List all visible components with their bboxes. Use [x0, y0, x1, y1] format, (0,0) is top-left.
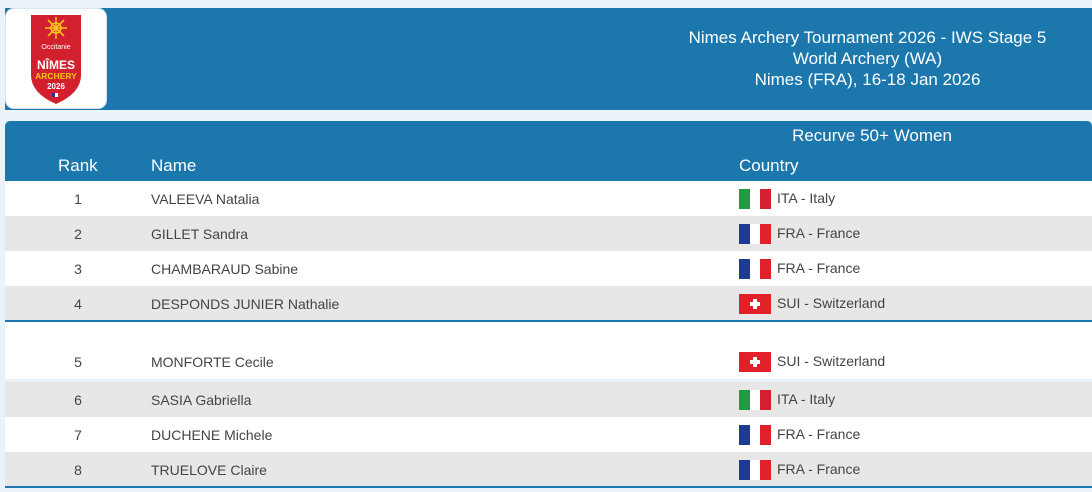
event-info: Nimes Archery Tournament 2026 - IWS Stag… — [640, 27, 1092, 90]
country-name: FRA - France — [777, 426, 861, 442]
event-place-date: Nimes (FRA), 16-18 Jan 2026 — [754, 70, 981, 89]
table-row[interactable]: 6 SASIA Gabriella ITA - Italy — [5, 382, 1092, 417]
flag-switzerland-icon — [739, 352, 771, 372]
flag-france-icon — [739, 259, 771, 279]
event-title: Nimes Archery Tournament 2026 - IWS Stag… — [688, 28, 1047, 47]
column-header-country: Country — [739, 156, 799, 175]
rank-cell: 4 — [74, 296, 82, 312]
flag-switzerland-icon — [739, 294, 771, 314]
table-row[interactable]: 7 DUCHENE Michele FRA - France — [5, 417, 1092, 452]
country-name: FRA - France — [777, 260, 861, 276]
athlete-name[interactable]: SASIA Gabriella — [151, 392, 251, 408]
table-row[interactable]: 4 DESPONDS JUNIER Nathalie SUI - Switzerla… — [5, 286, 1092, 321]
rank-cell: 1 — [74, 191, 82, 207]
athlete-name[interactable]: DESPONDS JUNIER Nathalie — [151, 296, 339, 312]
tournament-logo: Occitanie NÎMES ARCHERY 2026 — [6, 9, 106, 108]
athlete-name[interactable]: MONFORTE Cecile — [151, 354, 274, 370]
country-name: FRA - France — [777, 225, 861, 241]
country-name: SUI - Switzerland — [777, 295, 886, 311]
athlete-name[interactable]: CHAMBARAUD Sabine — [151, 261, 298, 277]
flag-france-icon — [739, 460, 771, 480]
athlete-name[interactable]: VALEEVA Natalia — [151, 191, 259, 207]
group-spacer — [5, 322, 1092, 344]
logo-line2: ARCHERY — [35, 71, 77, 81]
table-row[interactable]: 1 VALEEVA Natalia ITA - Italy — [5, 181, 1092, 216]
logo-year: 2026 — [47, 82, 65, 91]
column-header-rank: Rank — [58, 156, 98, 175]
flag-france-icon — [739, 425, 771, 445]
country-name: ITA - Italy — [777, 190, 836, 206]
country-name: FRA - France — [777, 461, 861, 477]
rank-cell: 3 — [74, 261, 82, 277]
country-name: SUI - Switzerland — [777, 353, 886, 369]
logo-region: Occitanie — [41, 44, 70, 51]
rank-cell: 6 — [74, 392, 82, 408]
table-row[interactable]: 2 GILLET Sandra FRA - France — [5, 216, 1092, 251]
rank-cell: 8 — [74, 462, 82, 478]
country-name: ITA - Italy — [777, 391, 836, 407]
rank-cell: 7 — [74, 427, 82, 443]
results-table-header: Recurve 50+ Women Rank Name Country — [5, 121, 1092, 181]
category-title: Recurve 50+ Women — [792, 126, 952, 145]
logo-line1: NÎMES — [37, 57, 75, 72]
flag-france-icon — [739, 224, 771, 244]
athlete-name[interactable]: TRUELOVE Claire — [151, 462, 267, 478]
flag-italy-icon — [739, 189, 771, 209]
table-row[interactable]: 3 CHAMBARAUD Sabine FRA - France — [5, 251, 1092, 286]
flag-italy-icon — [739, 390, 771, 410]
rank-cell: 5 — [74, 354, 82, 370]
athlete-name[interactable]: DUCHENE Michele — [151, 427, 272, 443]
table-bottom-border — [5, 486, 1092, 488]
table-row[interactable]: 8 TRUELOVE Claire FRA - France — [5, 452, 1092, 487]
event-organizer: World Archery (WA) — [792, 49, 943, 68]
rank-cell: 2 — [74, 226, 82, 242]
athlete-name[interactable]: GILLET Sandra — [151, 226, 248, 242]
table-row[interactable]: 5 MONFORTE Cecile SUI - Switzerland — [5, 344, 1092, 379]
column-header-name: Name — [151, 156, 197, 175]
